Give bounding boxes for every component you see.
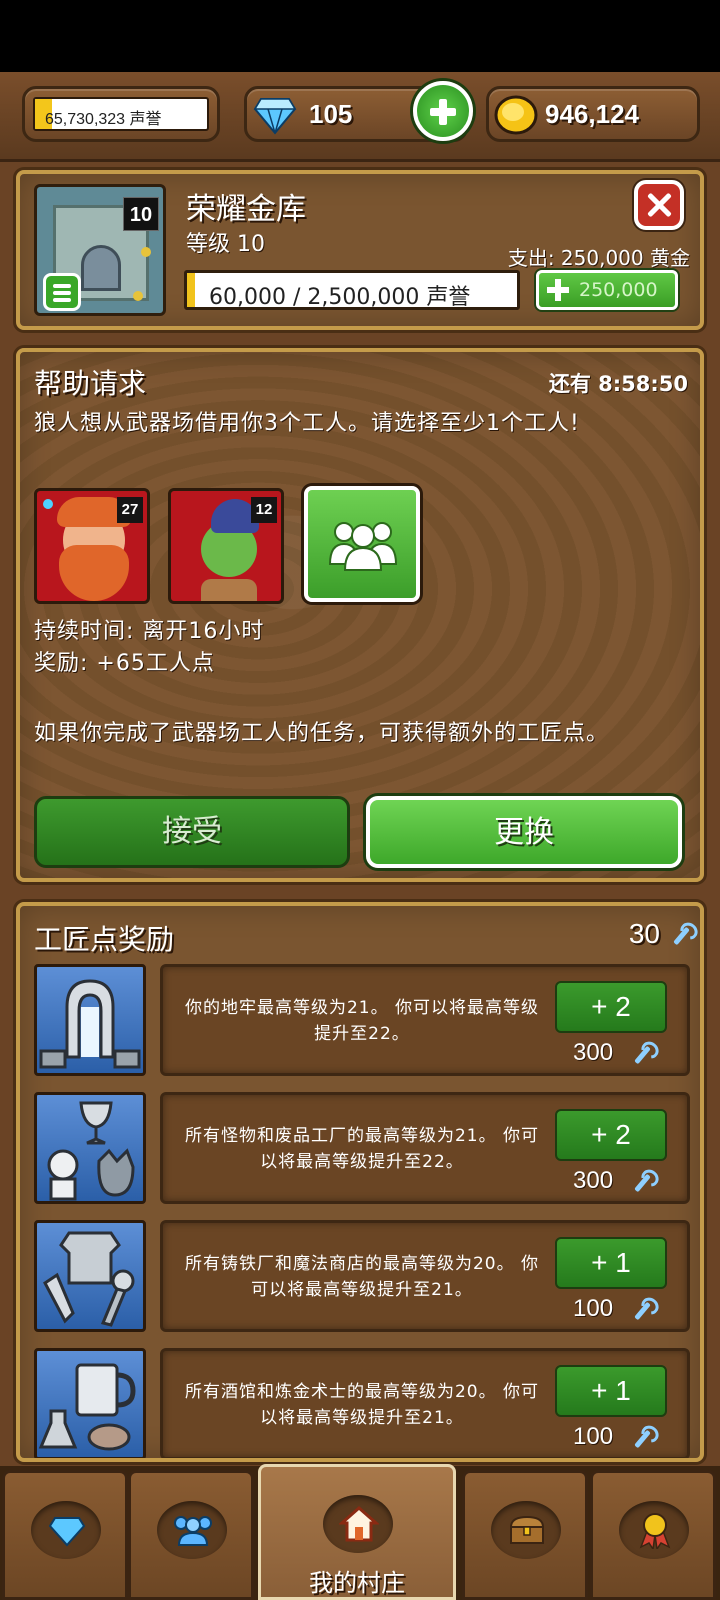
tavern-alchemy-icon [34, 1348, 146, 1458]
people-icon [174, 1516, 212, 1546]
wrench-icon [631, 1171, 653, 1193]
craft-rewards-panel: 工匠点奖励 30 你的地牢最高等级为21。 你可以将最高等级提升至22。 + 2… [16, 902, 704, 1462]
nav-tab-chest[interactable] [462, 1470, 588, 1600]
help-request-panel: 帮助请求 还有 8:58:50 狼人想从武器场借用你3个工人。请选择至少1个工人… [16, 348, 704, 882]
nav-tab-gems[interactable] [2, 1470, 128, 1600]
reputation-value: 65,730,323 声誉 [45, 111, 162, 128]
help-request-timer: 还有 8:58:50 [548, 372, 688, 396]
gold-coin-icon [494, 95, 538, 135]
worker-level-badge: 12 [251, 497, 277, 523]
buy-gems-button[interactable] [413, 81, 473, 141]
reputation-bar: 65,730,323 声誉 [33, 97, 209, 131]
nav-tab-workers[interactable] [128, 1470, 254, 1600]
building-level: 等级 10 [186, 232, 265, 257]
reward-box: 所有酒馆和炼金术士的最高等级为20。 你可以将最高等级提升至21。 + 1 10… [160, 1348, 690, 1458]
group-icon [328, 522, 398, 571]
worker-level-badge: 27 [117, 497, 143, 523]
reward-row: 你的地牢最高等级为21。 你可以将最高等级提升至22。 + 2 300 [34, 964, 690, 1076]
reward-box: 你的地牢最高等级为21。 你可以将最高等级提升至22。 + 2 300 [160, 964, 690, 1076]
help-request-description: 狼人想从武器场借用你3个工人。请选择至少1个工人! [34, 411, 580, 436]
wrench-icon [631, 1043, 653, 1065]
building-level-badge: 10 [123, 197, 159, 231]
vault-building-image: 10 [34, 184, 166, 316]
accept-button[interactable]: 接受 [34, 796, 350, 868]
chest-icon [509, 1515, 545, 1544]
reward-cost: 300 [573, 1167, 613, 1195]
swap-button[interactable]: 更换 [366, 796, 682, 868]
building-reputation-text: 60,000 / 2,500,000 声誉 [209, 285, 471, 310]
reward-cost: 100 [573, 1295, 613, 1323]
worker-beard [59, 545, 129, 601]
reward-upgrade-button[interactable]: + 2 [555, 1109, 667, 1161]
buy-reputation-button[interactable]: 250,000 [536, 270, 678, 310]
reward-upgrade-button[interactable]: + 1 [555, 1365, 667, 1417]
reward-description: 所有铸铁厂和魔法商店的最高等级为20。 你可以将最高等级提升至21。 [184, 1254, 540, 1300]
building-reputation-bar: 60,000 / 2,500,000 声誉 [184, 270, 520, 310]
wrench-icon [631, 1427, 653, 1449]
reward-upgrade-button[interactable]: + 1 [555, 1237, 667, 1289]
nav-tab-achievements[interactable] [590, 1470, 716, 1600]
vault-door [81, 245, 121, 291]
craft-points-value: 30 [628, 918, 660, 949]
help-request-title: 帮助请求 [34, 367, 147, 400]
worker-card[interactable]: 27 [34, 488, 150, 604]
select-workers-button[interactable] [304, 486, 420, 602]
reward-upgrade-button[interactable]: + 2 [555, 981, 667, 1033]
gold-count: 946,124 [545, 99, 639, 129]
gem-count: 105 [309, 99, 353, 129]
reward-description: 你的地牢最高等级为21。 你可以将最高等级提升至22。 [184, 998, 540, 1044]
close-button[interactable] [634, 180, 684, 230]
reward-row: 所有怪物和废品工厂的最高等级为21。 你可以将最高等级提升至22。 + 2 30… [34, 1092, 690, 1204]
reward-cost-value: 100 [573, 1295, 614, 1322]
help-request-note: 如果你完成了武器场工人的任务，可获得额外的工匠点。 [34, 721, 610, 746]
wrench-icon [670, 924, 692, 946]
craft-points-total: 30 [629, 918, 660, 950]
craft-rewards-title: 工匠点奖励 [34, 923, 175, 956]
reward-cost: 100 [573, 1423, 613, 1451]
building-panel: 10 荣耀金库 等级 10 支出: 250,000 黄金 60,000 / 2,… [16, 170, 704, 330]
building-list-button[interactable] [43, 273, 81, 311]
building-title: 荣耀金库 [186, 192, 306, 227]
gold-pile [141, 247, 151, 257]
nav-tab-label: 我的村庄 [309, 1569, 405, 1597]
reputation-display[interactable]: 65,730,323 声誉 [22, 86, 220, 142]
status-bar [0, 0, 720, 72]
reward-cost-value: 100 [573, 1423, 614, 1450]
reward-box: 所有铸铁厂和魔法商店的最高等级为20。 你可以将最高等级提升至21。 + 1 1… [160, 1220, 690, 1332]
help-request-info: 持续时间: 离开16小时 奖励: +65工人点 [34, 616, 264, 680]
reward-cost-value: 300 [573, 1167, 614, 1194]
gold-display[interactable]: 946,124 [486, 86, 700, 142]
help-request-reward: 奖励: +65工人点 [34, 651, 215, 676]
medal-icon [639, 1513, 671, 1549]
building-reputation-fill [187, 273, 196, 307]
reward-cost: 300 [573, 1039, 613, 1067]
gem-icon [49, 1517, 85, 1547]
reward-description: 所有酒馆和炼金术士的最高等级为20。 你可以将最高等级提升至21。 [184, 1382, 540, 1428]
house-icon [339, 1505, 379, 1542]
worker-body [201, 579, 257, 601]
reward-description: 所有怪物和废品工厂的最高等级为21。 你可以将最高等级提升至22。 [184, 1126, 540, 1172]
reward-box: 所有怪物和废品工厂的最高等级为21。 你可以将最高等级提升至22。 + 2 30… [160, 1092, 690, 1204]
nav-tab-my-village[interactable]: 我的村庄 [258, 1464, 456, 1600]
gem-icon [253, 98, 297, 135]
gold-pile [133, 291, 143, 301]
dungeon-icon [34, 964, 146, 1076]
reward-cost-value: 300 [573, 1039, 614, 1066]
monster-junk-icon [34, 1092, 146, 1204]
reward-row: 所有铸铁厂和魔法商店的最高等级为20。 你可以将最高等级提升至21。 + 1 1… [34, 1220, 690, 1332]
wrench-icon [631, 1299, 653, 1321]
bottom-nav: 我的村庄 [0, 1464, 720, 1600]
gem-display[interactable]: 105 [244, 81, 473, 142]
worker-card[interactable]: 12 [168, 488, 284, 604]
armor-weapon-icon [34, 1220, 146, 1332]
building-expense: 支出: 250,000 黄金 [507, 246, 690, 270]
reward-row: 所有酒馆和炼金术士的最高等级为20。 你可以将最高等级提升至21。 + 1 10… [34, 1348, 690, 1458]
help-request-duration: 持续时间: 离开16小时 [34, 619, 265, 644]
plus-icon [545, 277, 571, 303]
top-hud: 65,730,323 声誉 105 946,124 [0, 72, 720, 162]
status-dot-icon [43, 499, 53, 509]
buy-reputation-price: 250,000 [579, 279, 658, 301]
